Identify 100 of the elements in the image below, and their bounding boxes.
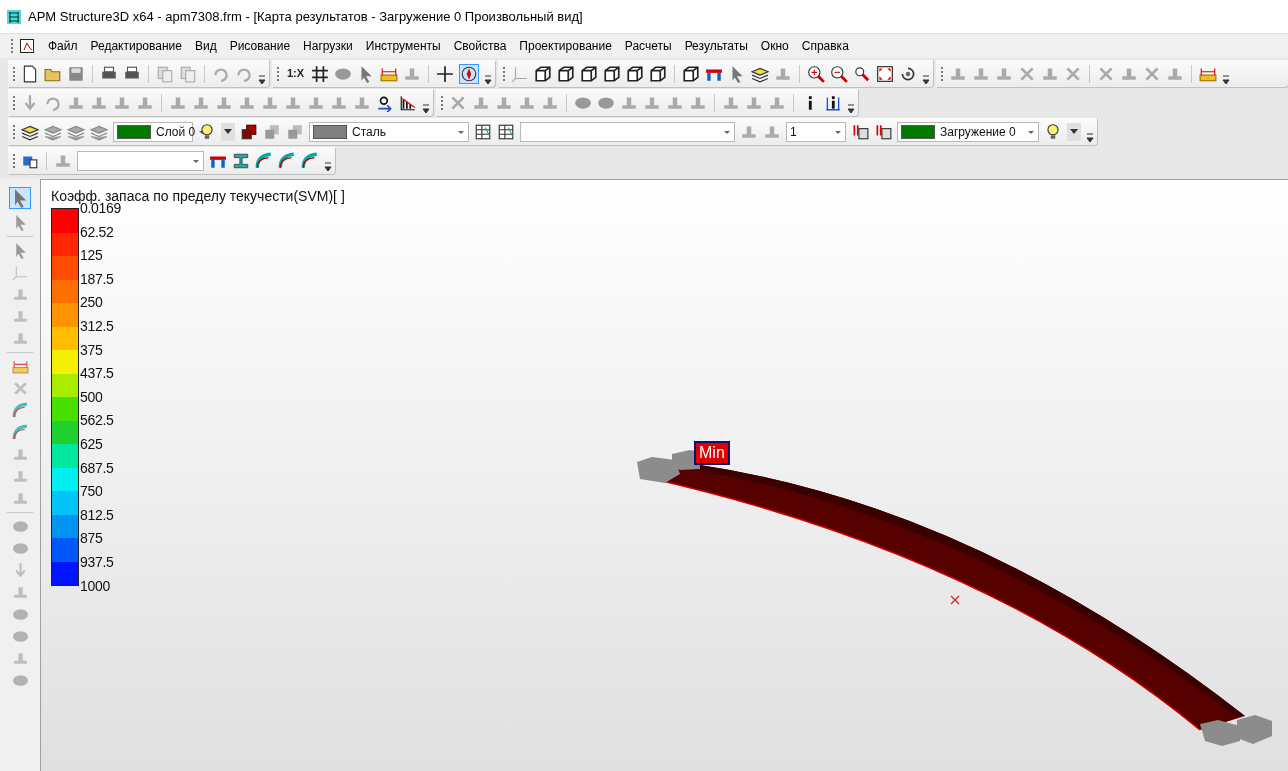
search-icon[interactable]: [853, 64, 872, 83]
dropdown-arrow-icon[interactable]: [1070, 128, 1078, 135]
zoom-out-icon[interactable]: [830, 64, 849, 83]
info-arrows-icon[interactable]: [824, 93, 842, 112]
menu-item[interactable]: Окно: [760, 37, 789, 55]
count-dropdown[interactable]: 1: [786, 121, 846, 142]
copy-icon[interactable]: [179, 64, 197, 83]
table-icon[interactable]: [497, 122, 515, 141]
toolbar-grip-icon[interactable]: [10, 38, 14, 54]
toolbar-overflow-icon[interactable]: [324, 162, 332, 172]
cube-icon[interactable]: [626, 64, 645, 83]
scale-label: 750: [80, 482, 104, 502]
copy-icon[interactable]: [156, 64, 174, 83]
scale-label: 875: [80, 529, 104, 549]
toolbar-grip-icon[interactable]: [440, 94, 444, 111]
crosshair-icon[interactable]: [436, 64, 455, 83]
arc-icon[interactable]: [301, 151, 319, 170]
toolbar-grip-icon[interactable]: [276, 65, 280, 82]
cube-icon[interactable]: [534, 64, 553, 83]
zoom-in-icon[interactable]: [807, 64, 826, 83]
ruler-icon[interactable]: [11, 358, 29, 375]
scale-label: 250: [80, 293, 104, 313]
blob-icon[interactable]: [11, 518, 29, 535]
load-case-dropdown[interactable]: Загружение 0: [897, 121, 1039, 142]
toolbar-overflow-icon[interactable]: [258, 75, 266, 85]
section-dropdown[interactable]: [520, 121, 735, 142]
scale-label: 1000: [80, 576, 111, 596]
chart-icon[interactable]: [399, 93, 417, 112]
scale-label: 312.5: [80, 316, 115, 336]
dropdown-button[interactable]: [1067, 122, 1081, 141]
blob-icon[interactable]: [11, 672, 29, 689]
toolbar-grip-icon[interactable]: [12, 94, 16, 111]
blob-icon[interactable]: [11, 540, 29, 557]
dropdown-arrow-icon[interactable]: [224, 128, 232, 135]
menu-item[interactable]: Справка: [801, 37, 849, 55]
scale-label: 562.5: [80, 411, 115, 431]
cross-mark-icon: [950, 595, 960, 605]
cube-icon[interactable]: [682, 64, 701, 83]
min-marker: Min: [694, 441, 730, 465]
fit-icon[interactable]: [876, 64, 895, 83]
load-icon[interactable]: [874, 122, 892, 141]
scale-label: 62.52: [80, 222, 115, 242]
save-icon[interactable]: [67, 64, 85, 83]
scale-label: 812.5: [80, 505, 115, 525]
window-title: APM Structure3D x64 - apm7308.frm - [Карта результатов - Загружение 0 Произвольный вид]: [28, 7, 583, 26]
menu-item[interactable]: Рисование: [229, 37, 291, 55]
target-icon[interactable]: [459, 63, 480, 84]
load-icon[interactable]: [851, 122, 869, 141]
menu-item[interactable]: Файл: [48, 37, 78, 55]
blob-icon[interactable]: [11, 606, 29, 623]
scale-label: 687.5: [80, 458, 115, 478]
table-icon[interactable]: [474, 122, 492, 141]
menu-item[interactable]: Расчеты: [624, 37, 672, 55]
arc-icon[interactable]: [255, 151, 273, 170]
bulb-icon[interactable]: [1044, 122, 1062, 141]
toolbar-overflow-icon[interactable]: [922, 75, 931, 85]
scale-label: 187.5: [80, 269, 115, 289]
cube-icon[interactable]: [649, 64, 668, 83]
scale-label: 437.5: [80, 364, 115, 384]
cube-icon[interactable]: [557, 64, 576, 83]
menu-item[interactable]: Инструменты: [365, 37, 441, 55]
menu-item[interactable]: Нагрузки: [303, 37, 353, 55]
scale-label: 937.5: [80, 552, 115, 572]
arc-icon[interactable]: [278, 151, 296, 170]
cube-icon[interactable]: [580, 64, 599, 83]
scale-label: 625: [80, 434, 104, 454]
grid-icon[interactable]: [311, 64, 330, 83]
scale-label: 375: [80, 340, 104, 360]
toolbar-overflow-icon[interactable]: [484, 75, 493, 85]
toolbar-grip-icon[interactable]: [12, 152, 16, 169]
material-dropdown[interactable]: Сталь: [309, 121, 469, 142]
menu-item[interactable]: Вид: [194, 37, 217, 55]
arc-icon[interactable]: [11, 424, 29, 441]
app-icon: [6, 8, 22, 25]
toolbar-grip-icon[interactable]: [12, 123, 16, 140]
cubes-icon[interactable]: [240, 122, 258, 141]
menu-item[interactable]: Результаты: [684, 37, 748, 55]
scale-button[interactable]: 1:X: [285, 65, 307, 82]
toolbar-grip-icon[interactable]: [940, 65, 945, 82]
dropdown-button[interactable]: [221, 122, 235, 141]
arc-icon[interactable]: [11, 402, 29, 419]
toolbar-overflow-icon[interactable]: [1086, 133, 1094, 143]
menu-item[interactable]: Редактирование: [90, 37, 182, 55]
scale-label: 500: [80, 387, 104, 407]
menu-item[interactable]: Свойства: [453, 37, 507, 55]
element-dropdown[interactable]: [77, 150, 204, 171]
cursor-icon[interactable]: [9, 187, 31, 209]
toolbar-overflow-icon[interactable]: [422, 104, 430, 114]
document-icon[interactable]: [21, 64, 39, 83]
menu-item[interactable]: Проектирование: [519, 37, 612, 55]
cube-icon[interactable]: [603, 64, 622, 83]
bulb-icon[interactable]: [198, 122, 216, 141]
scale-label: 125: [80, 246, 104, 266]
toolbar-grip-icon[interactable]: [502, 65, 507, 82]
window-icon[interactable]: [19, 38, 35, 54]
beam-section-icon[interactable]: [232, 151, 250, 170]
toolbar-overflow-icon[interactable]: [847, 104, 855, 114]
blob-icon[interactable]: [11, 628, 29, 645]
toolbar-overflow-icon[interactable]: [1222, 75, 1231, 85]
toolbar-grip-icon[interactable]: [12, 65, 16, 82]
